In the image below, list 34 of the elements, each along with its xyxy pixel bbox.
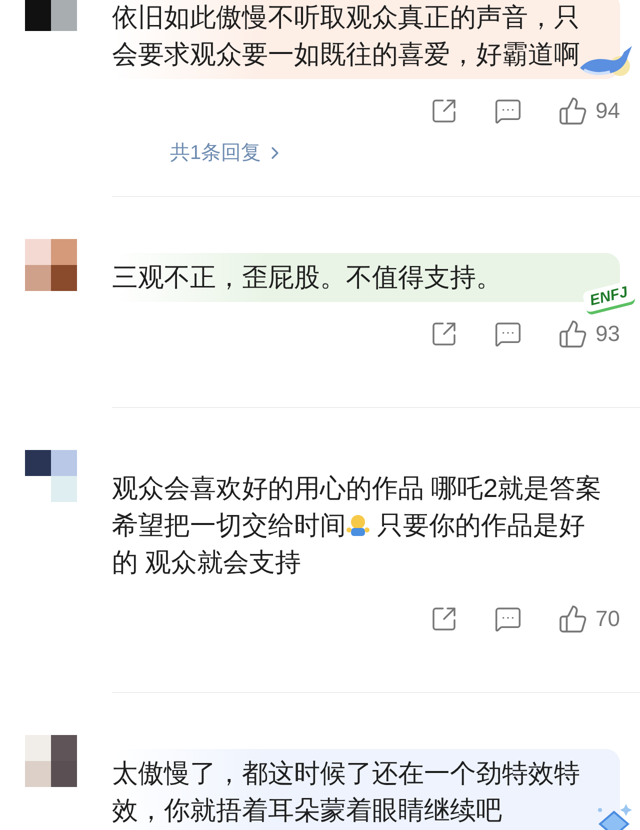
avatar[interactable] [25,239,77,291]
thumbs-up-icon [558,96,588,126]
comment-button[interactable] [494,605,522,633]
like-count: 70 [596,606,620,632]
share-button[interactable] [430,320,458,348]
share-icon [430,320,458,348]
comment-text: 希望把一切交给时间 [112,509,346,542]
like-button[interactable]: 70 [558,604,620,634]
comment-text: 太傲慢了，都这时候了还在一个劲特效特效，你就捂着耳朵蒙着眼睛继续吧 [112,757,581,827]
sticker-label: ENFJ [582,280,636,316]
like-count: 94 [596,98,620,124]
avatar[interactable] [25,735,77,787]
like-button[interactable]: 93 [558,319,620,349]
comment-text: 三观不正，歪屁股。不值得支持。 [112,261,502,294]
share-button[interactable] [430,605,458,633]
comment-button[interactable] [494,320,522,348]
comment-button[interactable] [494,97,522,125]
like-button[interactable]: 94 [558,96,620,126]
comment-text: 观众会喜欢好的用心的作品 哪吒2就是答案 [112,472,602,505]
like-count: 93 [596,321,620,347]
avatar[interactable] [25,450,77,502]
thumbs-up-icon [558,604,588,634]
replies-link[interactable]: 共1条回复 [170,139,286,166]
share-icon [430,97,458,125]
share-icon [430,605,458,633]
comment-text: 只要你的作品是好 [376,509,586,542]
thumbs-up-icon [558,319,588,349]
comment-text: 的 观众就会支持 [112,546,302,579]
comment-icon [494,97,522,125]
comment-icon [494,320,522,348]
emoji-icon [346,513,370,537]
comment-icon [494,605,522,633]
comment-text: 依旧如此傲慢不听取观众真正的声音，只会要求观众要一如既往的喜爱，好霸道啊 [112,1,581,71]
share-button[interactable] [430,97,458,125]
